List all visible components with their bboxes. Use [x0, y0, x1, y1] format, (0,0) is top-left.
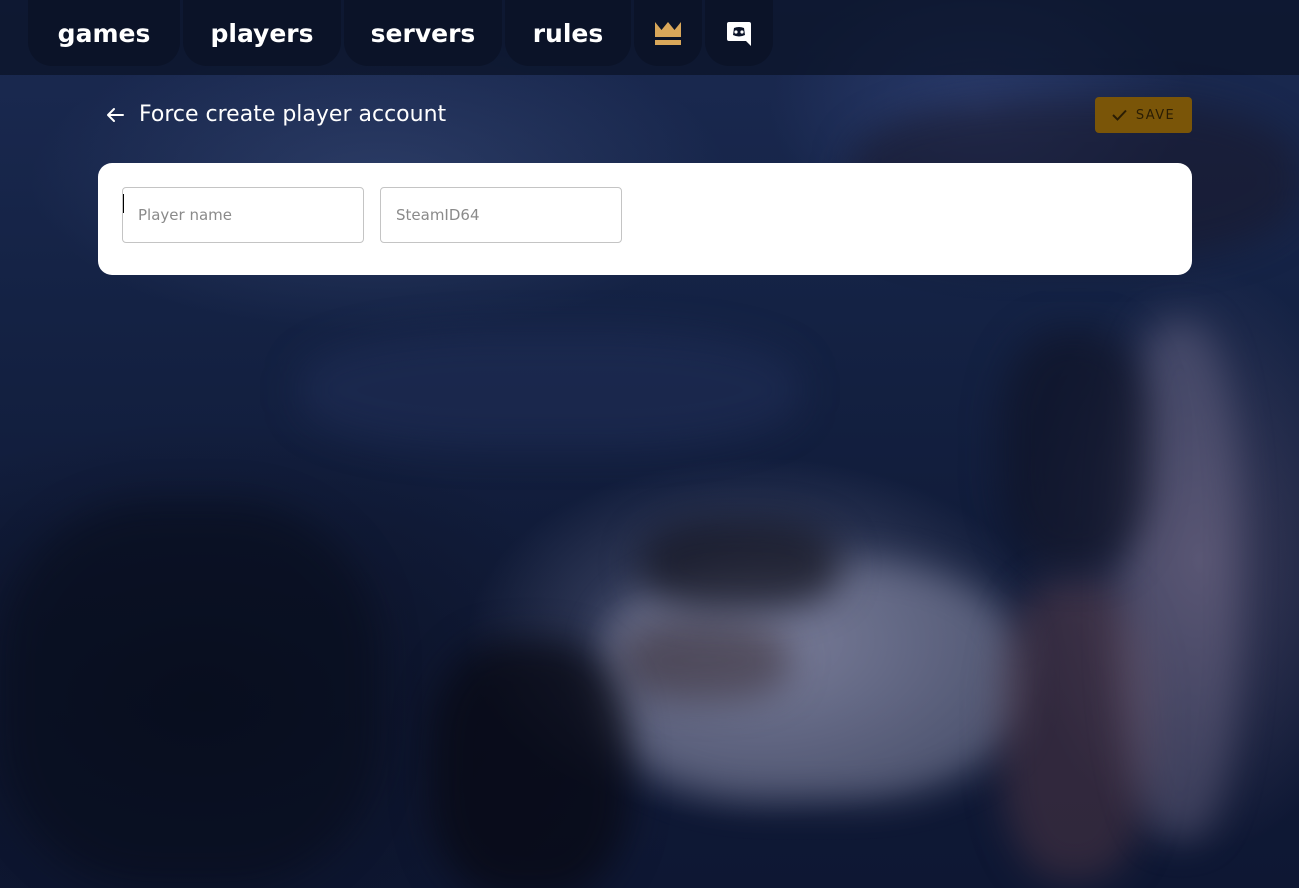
top-navigation-bar: games players servers rules: [0, 0, 1299, 75]
nav-item-label: servers: [370, 18, 476, 48]
nav-item-servers[interactable]: servers: [344, 0, 502, 66]
form-card: [98, 163, 1192, 275]
nav-item-crown[interactable]: [634, 0, 702, 66]
arrow-left-icon: [107, 108, 124, 122]
nav-menu: games players servers rules: [28, 0, 776, 66]
nav-item-games[interactable]: games: [28, 0, 180, 66]
nav-item-rules[interactable]: rules: [505, 0, 631, 66]
nav-item-label: rules: [532, 18, 604, 48]
check-icon: [1112, 109, 1127, 121]
nav-item-players[interactable]: players: [183, 0, 341, 66]
nav-item-label: games: [57, 18, 151, 48]
discord-icon: [727, 22, 751, 46]
save-button[interactable]: SAVE: [1095, 97, 1192, 133]
save-button-label: SAVE: [1135, 107, 1176, 123]
nav-item-discord[interactable]: [705, 0, 773, 66]
steamid-input[interactable]: [381, 188, 621, 242]
player-name-field[interactable]: [122, 187, 364, 243]
back-button[interactable]: [100, 100, 130, 130]
text-cursor: [123, 194, 124, 213]
crown-icon: [655, 22, 681, 45]
nav-item-label: players: [210, 18, 314, 48]
page-title: Force create player account: [139, 102, 447, 127]
background-image: [0, 0, 1299, 888]
steamid-field[interactable]: [380, 187, 622, 243]
player-name-input[interactable]: [123, 188, 363, 242]
